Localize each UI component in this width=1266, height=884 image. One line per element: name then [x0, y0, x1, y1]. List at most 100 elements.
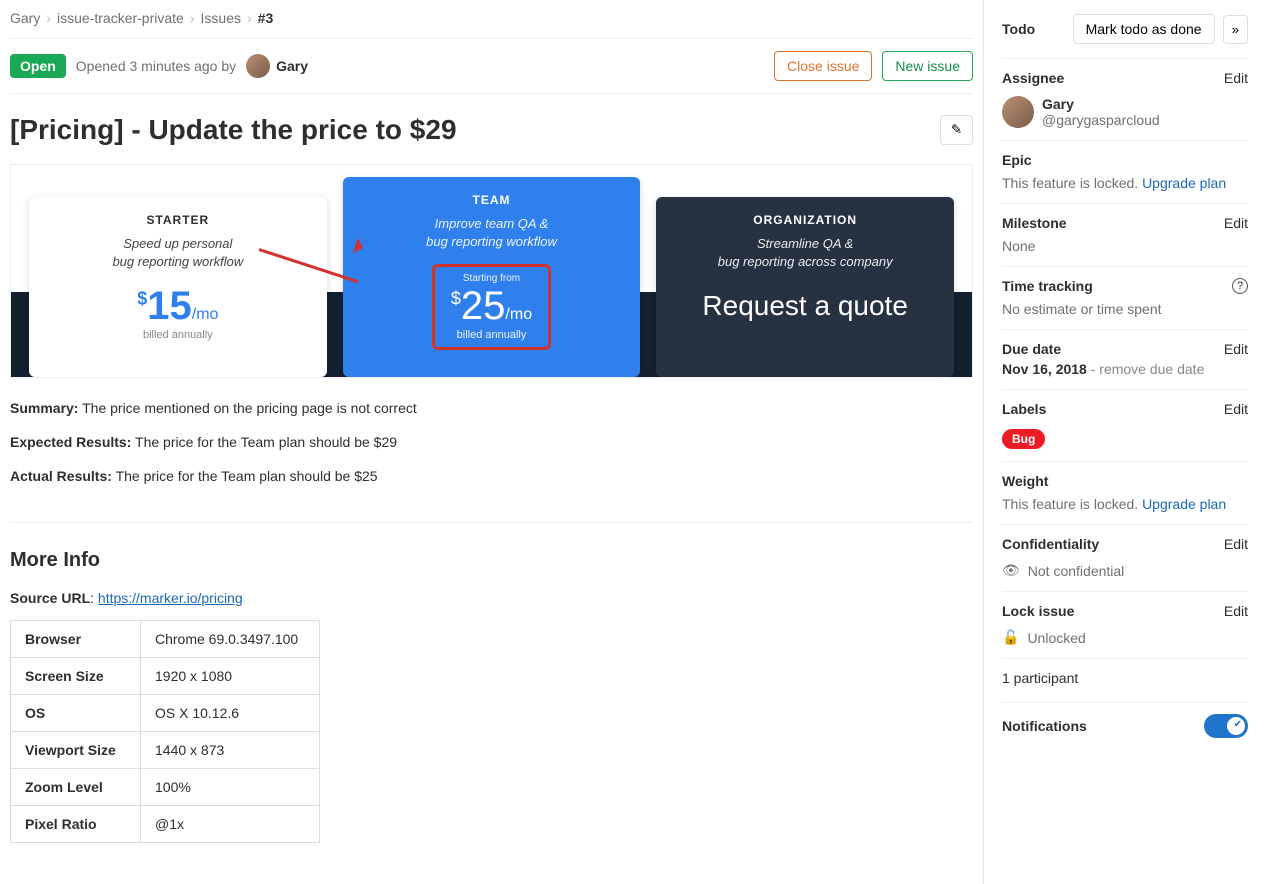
epic-section-label: Epic [1002, 152, 1032, 168]
participants-count: 1 participant [1002, 670, 1078, 686]
remove-due-date[interactable]: - remove due date [1087, 361, 1205, 377]
weight-locked-text: This feature is locked. [1002, 496, 1138, 512]
info-value: 1920 x 1080 [141, 658, 320, 695]
table-row: Viewport Size1440 x 873 [11, 732, 320, 769]
epic-locked-text: This feature is locked. [1002, 175, 1138, 191]
due-date-edit[interactable]: Edit [1224, 341, 1248, 357]
due-date-section-label: Due date [1002, 341, 1061, 357]
info-value: OS X 10.12.6 [141, 695, 320, 732]
plan-card-team: TEAM Improve team QA & bug reporting wor… [343, 177, 641, 377]
info-value: 100% [141, 769, 320, 806]
breadcrumb: Gary› issue-tracker-private› Issues› #3 [10, 6, 973, 38]
crumb-user[interactable]: Gary [10, 10, 40, 26]
assignee-name: Gary [1042, 96, 1160, 112]
expected-label: Expected Results: [10, 434, 131, 450]
summary-label: Summary: [10, 400, 78, 416]
info-key: Screen Size [11, 658, 141, 695]
milestone-value: None [1002, 235, 1248, 254]
pencil-icon: ✎ [951, 122, 962, 137]
assignee-chip[interactable]: Gary@garygasparcloud [1002, 96, 1248, 128]
info-value: 1440 x 873 [141, 732, 320, 769]
more-info-section: More Info Source URL: https://marker.io/… [10, 549, 973, 843]
lock-section-label: Lock issue [1002, 603, 1074, 619]
info-value: @1x [141, 806, 320, 843]
todo-label: Todo [1002, 21, 1035, 37]
issue-description: Summary: The price mentioned on the pric… [10, 400, 973, 523]
status-row: Open Opened 3 minutes ago by Gary Close … [10, 39, 973, 93]
table-row: Screen Size1920 x 1080 [11, 658, 320, 695]
plan-price: $15/mo [43, 284, 313, 329]
plan-price: $25/mo [451, 284, 532, 329]
source-url-link[interactable]: https://marker.io/pricing [98, 590, 243, 606]
info-key: OS [11, 695, 141, 732]
lock-value: Unlocked [1027, 630, 1085, 646]
label-chip-bug[interactable]: Bug [1002, 429, 1045, 449]
edit-title-button[interactable]: ✎ [940, 115, 973, 145]
issue-attachment-figure: STARTER Speed up personal bug reporting … [10, 164, 973, 378]
plan-card-starter: STARTER Speed up personal bug reporting … [29, 197, 327, 377]
table-row: Zoom Level100% [11, 769, 320, 806]
author-name: Gary [276, 58, 308, 74]
lock-open-icon: 🔓 [1002, 629, 1019, 646]
crumb-section[interactable]: Issues [201, 10, 241, 26]
chevron-right-icon: » [1232, 22, 1239, 37]
confidentiality-value: Not confidential [1028, 563, 1125, 579]
crumb-id: #3 [258, 10, 274, 26]
weight-section-label: Weight [1002, 473, 1048, 489]
issue-title: [Pricing] - Update the price to $29 [10, 114, 940, 146]
issue-main: Gary› issue-tracker-private› Issues› #3 … [0, 0, 983, 884]
info-key: Viewport Size [11, 732, 141, 769]
collapse-sidebar-button[interactable]: » [1223, 15, 1248, 44]
actual-text: The price for the Team plan should be $2… [116, 468, 378, 484]
lock-edit[interactable]: Edit [1224, 603, 1248, 619]
crumb-project[interactable]: issue-tracker-private [57, 10, 184, 26]
confidentiality-edit[interactable]: Edit [1224, 536, 1248, 552]
avatar [1002, 96, 1034, 128]
status-badge: Open [10, 54, 66, 78]
labels-section-label: Labels [1002, 401, 1046, 417]
todo-row: Todo Mark todo as done » [1002, 14, 1248, 59]
info-value: Chrome 69.0.3497.100 [141, 621, 320, 658]
plan-name: STARTER [43, 213, 313, 227]
environment-table: BrowserChrome 69.0.3497.100Screen Size19… [10, 620, 320, 843]
notifications-toggle[interactable]: ✔ [1204, 714, 1248, 738]
plan-subtitle: Improve team QA & bug reporting workflow [357, 215, 627, 250]
eye-icon: 👁 [1002, 562, 1020, 579]
upgrade-plan-link[interactable]: Upgrade plan [1142, 175, 1226, 191]
labels-edit[interactable]: Edit [1224, 401, 1248, 417]
assignee-handle: @garygasparcloud [1042, 112, 1160, 128]
expected-text: The price for the Team plan should be $2… [135, 434, 397, 450]
author-chip[interactable]: Gary [246, 54, 308, 78]
more-info-heading: More Info [10, 549, 973, 572]
info-key: Pixel Ratio [11, 806, 141, 843]
milestone-section-label: Milestone [1002, 215, 1067, 231]
new-issue-button[interactable]: New issue [882, 51, 973, 81]
due-date-value: Nov 16, 2018 [1002, 361, 1087, 377]
plan-name: ORGANIZATION [670, 213, 940, 227]
plan-name: TEAM [357, 193, 627, 207]
assignee-section-label: Assignee [1002, 70, 1064, 86]
mark-todo-done-button[interactable]: Mark todo as done [1073, 14, 1215, 44]
milestone-edit[interactable]: Edit [1224, 215, 1248, 231]
annotation-box: Starting from $25/mo billed annually [432, 264, 551, 350]
source-url-label: Source URL [10, 590, 90, 606]
info-key: Zoom Level [11, 769, 141, 806]
billing-note: billed annually [451, 329, 532, 341]
upgrade-plan-link[interactable]: Upgrade plan [1142, 496, 1226, 512]
plan-subtitle: Streamline QA & bug reporting across com… [670, 235, 940, 270]
time-tracking-section-label: Time tracking [1002, 278, 1093, 294]
starting-from: Starting from [451, 273, 532, 284]
plan-card-org: ORGANIZATION Streamline QA & bug reporti… [656, 197, 954, 377]
close-issue-button[interactable]: Close issue [774, 51, 872, 81]
plan-subtitle: Speed up personal bug reporting workflow [43, 235, 313, 270]
time-tracking-value: No estimate or time spent [1002, 298, 1248, 317]
avatar [246, 54, 270, 78]
notifications-section-label: Notifications [1002, 718, 1087, 734]
info-key: Browser [11, 621, 141, 658]
assignee-edit[interactable]: Edit [1224, 70, 1248, 86]
table-row: OSOS X 10.12.6 [11, 695, 320, 732]
table-row: Pixel Ratio@1x [11, 806, 320, 843]
request-quote: Request a quote [670, 290, 940, 322]
help-icon[interactable]: ? [1232, 278, 1248, 294]
actual-label: Actual Results: [10, 468, 112, 484]
